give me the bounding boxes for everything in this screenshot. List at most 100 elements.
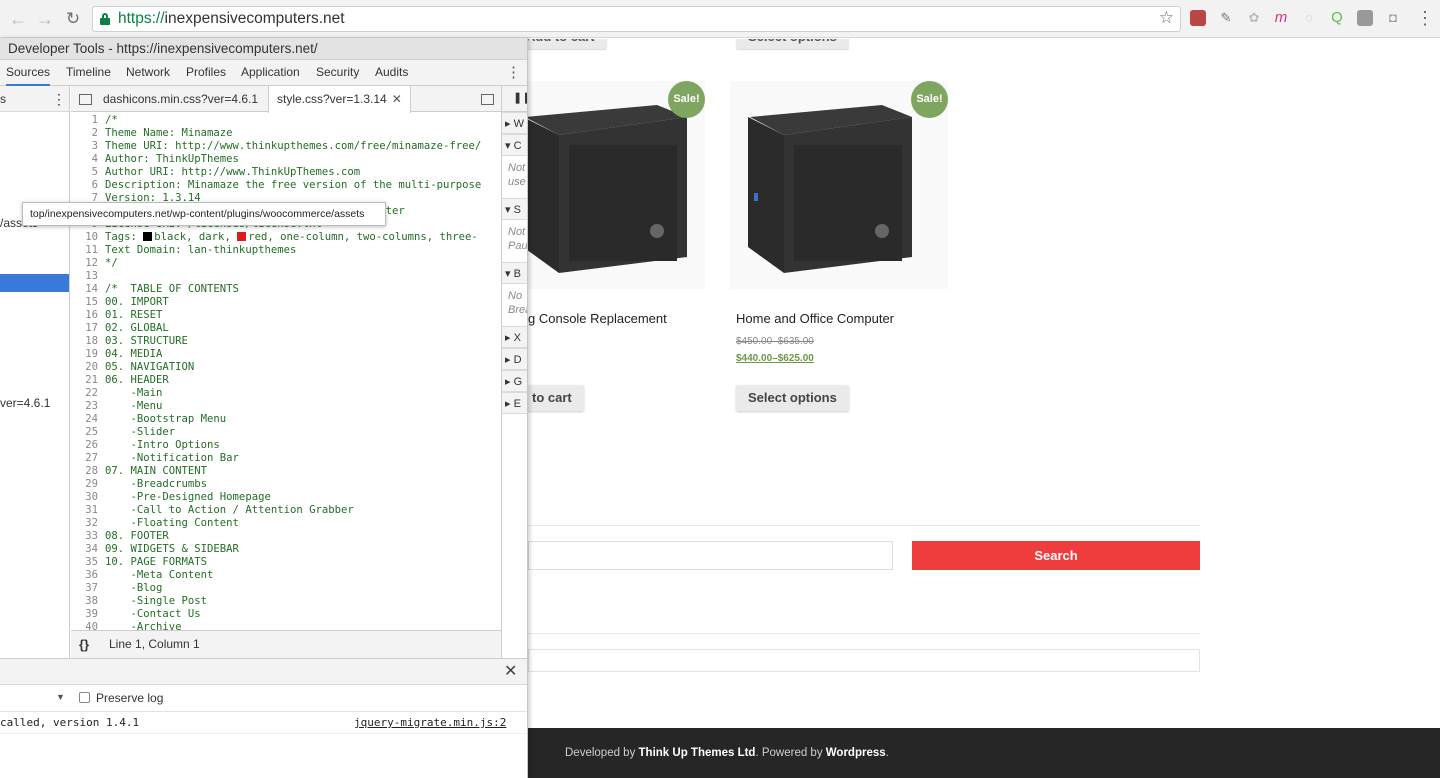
line-number[interactable]: 26 — [71, 439, 105, 452]
product-title-gaming[interactable]: g Console Replacement — [528, 311, 667, 326]
code-line[interactable]: 33 08. FOOTER — [71, 530, 501, 543]
code-line[interactable]: 16 01. RESET — [71, 309, 501, 322]
console-source-link[interactable]: jquery-migrate.min.js:2 — [354, 712, 506, 734]
pause-icon[interactable]: ❚❚ — [502, 86, 527, 112]
extension-gear-icon[interactable]: ✿ — [1246, 10, 1262, 26]
pretty-print-icon[interactable]: {} — [79, 631, 89, 658]
code-line[interactable]: 13 — [71, 270, 501, 283]
line-number[interactable]: 24 — [71, 413, 105, 426]
line-number[interactable]: 29 — [71, 478, 105, 491]
code-line[interactable]: 39 -Contact Us — [71, 608, 501, 621]
line-number[interactable]: 22 — [71, 387, 105, 400]
product-title-home-office[interactable]: Home and Office Computer — [736, 311, 894, 326]
search-input[interactable] — [528, 541, 893, 570]
code-line[interactable]: 11 Text Domain: lan-thinkupthemes — [71, 244, 501, 257]
line-number[interactable]: 18 — [71, 335, 105, 348]
code-line[interactable]: 40 -Archive — [71, 621, 501, 630]
line-number[interactable]: 21 — [71, 374, 105, 387]
close-tab-icon[interactable]: ✕ — [392, 92, 402, 106]
navigator-tab[interactable]: s — [0, 92, 6, 106]
section-scope[interactable]: ▾ S — [502, 198, 527, 220]
line-number[interactable]: 34 — [71, 543, 105, 556]
extension-circle-icon[interactable]: ◌ — [1301, 10, 1317, 26]
color-swatch[interactable] — [237, 232, 247, 241]
navigator-item-selected[interactable] — [0, 274, 69, 292]
devtools-menu-icon[interactable]: ⋮ — [506, 63, 521, 81]
code-line[interactable]: 10 Tags: black, dark, red, one-column, tw… — [71, 231, 501, 244]
filter-dropdown-icon[interactable]: ▼ — [56, 692, 65, 702]
line-number[interactable]: 1 — [71, 114, 105, 127]
tab-application[interactable]: Application — [241, 60, 300, 86]
section-event[interactable]: ▸ E — [502, 392, 527, 414]
line-number[interactable]: 13 — [71, 270, 105, 283]
line-number[interactable]: 14 — [71, 283, 105, 296]
section-callstack[interactable]: ▾ C — [502, 134, 527, 156]
section-dom[interactable]: ▸ D — [502, 348, 527, 370]
tab-profiles[interactable]: Profiles — [186, 60, 226, 86]
section-watch[interactable]: ▸ W — [502, 112, 527, 134]
code-line[interactable]: 3 Theme URI: http://www.thinkupthemes.com… — [71, 140, 501, 153]
line-number[interactable]: 32 — [71, 517, 105, 530]
code-line[interactable]: 6 Description: Minamaze the free version … — [71, 179, 501, 192]
editor-tab-dashicons[interactable]: dashicons.min.css?ver=4.6.1 — [95, 86, 266, 112]
select-options-button-top[interactable]: Select options — [736, 39, 849, 49]
tab-sources[interactable]: Sources — [6, 60, 51, 86]
line-number[interactable]: 23 — [71, 400, 105, 413]
code-line[interactable]: 25 -Slider — [71, 426, 501, 439]
back-icon[interactable]: ← — [8, 9, 28, 29]
preserve-log-checkbox[interactable] — [79, 692, 90, 703]
extension-icon[interactable] — [1190, 10, 1206, 26]
code-line[interactable]: 21 06. HEADER — [71, 374, 501, 387]
extension-tools-icon[interactable]: ✎ — [1218, 10, 1234, 26]
code-line[interactable]: 29 -Breadcrumbs — [71, 478, 501, 491]
line-number[interactable]: 11 — [71, 244, 105, 257]
select-options-button[interactable]: Select options — [736, 385, 849, 411]
address-bar[interactable]: https://inexpensivecomputers.net ☆ — [92, 6, 1181, 32]
code-line[interactable]: 37 -Blog — [71, 582, 501, 595]
line-number[interactable]: 6 — [71, 179, 105, 192]
line-number[interactable]: 36 — [71, 569, 105, 582]
line-number[interactable]: 12 — [71, 257, 105, 270]
line-number[interactable]: 2 — [71, 127, 105, 140]
extension-q-icon[interactable]: Q — [1329, 10, 1345, 26]
code-line[interactable]: 28 07. MAIN CONTENT — [71, 465, 501, 478]
code-line[interactable]: 35 10. PAGE FORMATS — [71, 556, 501, 569]
line-number[interactable]: 27 — [71, 452, 105, 465]
close-drawer-icon[interactable]: ✕ — [504, 661, 517, 681]
extension-camera-icon[interactable]: ◘ — [1385, 10, 1401, 26]
code-line[interactable]: 36 -Meta Content — [71, 569, 501, 582]
code-line[interactable]: 22 -Main — [71, 387, 501, 400]
toggle-navigator-icon[interactable] — [79, 94, 92, 105]
toggle-debugger-icon[interactable] — [481, 94, 494, 105]
tab-security[interactable]: Security — [316, 60, 359, 86]
code-editor[interactable]: 1/* 2 Theme Name: Minamaze 3 Theme URI: http… — [71, 114, 501, 630]
tab-audits[interactable]: Audits — [375, 60, 408, 86]
search-button[interactable]: Search — [912, 541, 1200, 570]
navigator-menu-icon[interactable]: ⋮ — [52, 91, 66, 108]
line-number[interactable]: 40 — [71, 621, 105, 630]
code-line[interactable]: 5 Author URI: http://www.ThinkUpThemes.co… — [71, 166, 501, 179]
code-line[interactable]: 2 Theme Name: Minamaze — [71, 127, 501, 140]
footer-platform-link[interactable]: Wordpress — [826, 747, 886, 759]
code-line[interactable]: 26 -Intro Options — [71, 439, 501, 452]
code-line[interactable]: 15 00. IMPORT — [71, 296, 501, 309]
line-number[interactable]: 39 — [71, 608, 105, 621]
section-global[interactable]: ▸ G — [502, 370, 527, 392]
line-number[interactable]: 33 — [71, 530, 105, 543]
extension-image-icon[interactable] — [1357, 10, 1373, 26]
line-number[interactable]: 25 — [71, 426, 105, 439]
extension-m-icon[interactable]: m — [1273, 10, 1289, 26]
line-number[interactable]: 5 — [71, 166, 105, 179]
tab-timeline[interactable]: Timeline — [66, 60, 111, 86]
line-number[interactable]: 3 — [71, 140, 105, 153]
line-number[interactable]: 20 — [71, 361, 105, 374]
section-xhr[interactable]: ▸ X — [502, 326, 527, 348]
bookmark-star-icon[interactable]: ☆ — [1159, 8, 1174, 28]
reload-icon[interactable]: ↻ — [63, 9, 83, 29]
forward-icon[interactable]: → — [35, 9, 55, 29]
code-line[interactable]: 24 -Bootstrap Menu — [71, 413, 501, 426]
code-line[interactable]: 31 -Call to Action / Attention Grabber — [71, 504, 501, 517]
line-number[interactable]: 17 — [71, 322, 105, 335]
line-number[interactable]: 28 — [71, 465, 105, 478]
code-line[interactable]: 4 Author: ThinkUpThemes — [71, 153, 501, 166]
